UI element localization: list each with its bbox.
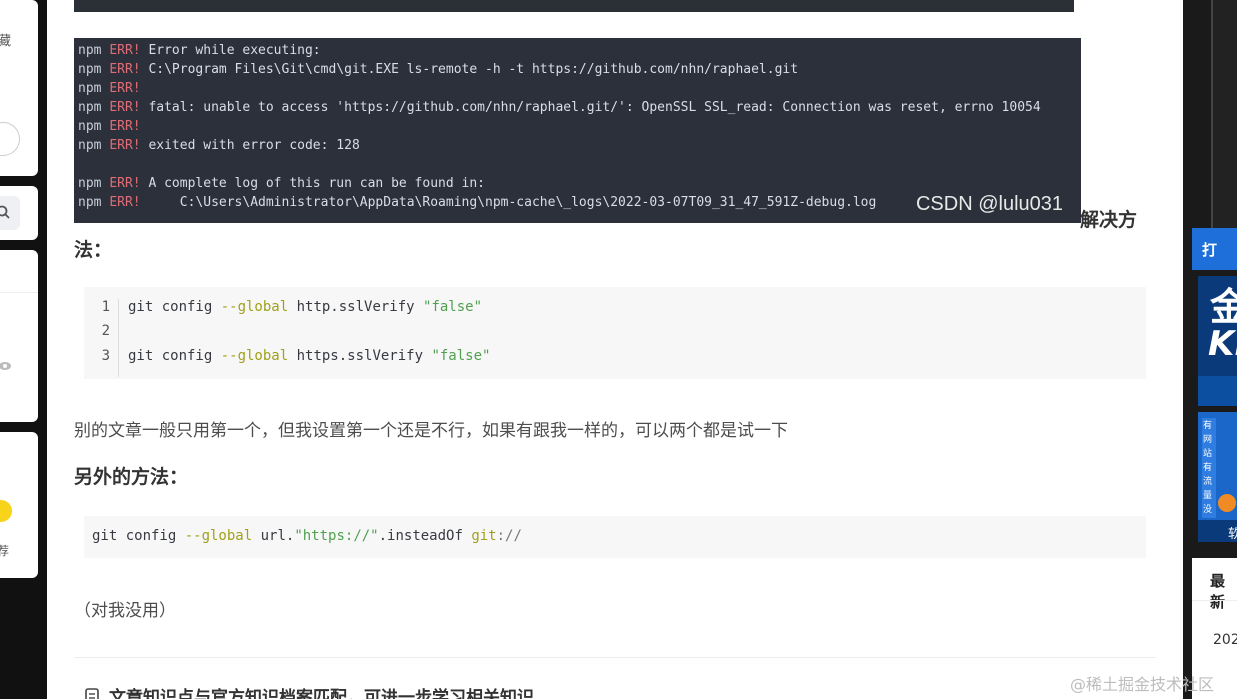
terminal-line: npm ERR! Error while executing: [78, 41, 1077, 60]
code-text: git config [128, 348, 221, 364]
code-block-insteadof[interactable]: git config --global url."https://".inste… [84, 516, 1146, 558]
ad2-vertical-text: 有网站有流量没 [1202, 418, 1216, 518]
terminal-line: npm ERR! A complete log of this run can … [78, 174, 1077, 193]
err-tag: ERR! [109, 100, 141, 115]
code-text: url. [252, 528, 295, 544]
ad-banner-1[interactable]: 金 Ki [1198, 276, 1237, 406]
npm-prefix: npm [78, 100, 102, 115]
npm-prefix: npm [78, 43, 102, 58]
err-tag: ERR! [109, 62, 141, 77]
code-text: :// [496, 528, 522, 544]
terminal-text: C:\Users\Administrator\AppData\Roaming\n… [140, 195, 877, 210]
yellow-badge-icon [0, 500, 12, 522]
code-text: https.sslVerify [288, 348, 432, 364]
ad1-subtitle: Ki [1208, 324, 1237, 364]
terminal-screenshot: npm ERR! Error while executing: npm ERR! … [74, 38, 1081, 223]
latest-item[interactable]: 202 [1213, 632, 1237, 648]
csdn-watermark: CSDN @lulu031 [915, 193, 1063, 215]
code-keyword: --global [220, 348, 289, 364]
knowledge-text: 文章知识点与官方知识档案匹配，可进一步学习相关知识 [109, 688, 534, 699]
recommend-label: 荐 [0, 544, 10, 558]
err-tag: ERR! [109, 119, 141, 134]
side-card-recommend[interactable]: 荐 [0, 432, 38, 578]
search-button[interactable] [0, 196, 20, 230]
npm-prefix: npm [78, 176, 102, 191]
terminal-lines: npm ERR! Error while executing: npm ERR! … [78, 41, 1077, 212]
code-string: "false" [423, 299, 483, 315]
terminal-line: npm ERR! [78, 79, 1077, 98]
code-text: git config [128, 299, 221, 315]
knowledge-match-row[interactable]: 文章知识点与官方知识档案匹配，可进一步学习相关知识 [83, 683, 534, 699]
blue-button-label: 打 [1202, 241, 1218, 259]
blue-action-button[interactable]: 打 [1192, 228, 1237, 270]
solution-heading-start: 法： [74, 239, 113, 261]
circle-button[interactable] [0, 122, 20, 156]
terminal-text: C:\Program Files\Git\cmd\git.EXE ls-remo… [140, 62, 799, 77]
code-line-3: git config --global https.sslVerify "fal… [128, 348, 490, 364]
article-paragraph: 别的文章一般只用第一个，但我设置第一个还是不行，如果有跟我一样的，可以两个都是试… [74, 421, 788, 441]
terminal-line: npm ERR! C:\Program Files\Git\cmd\git.EX… [78, 60, 1077, 79]
left-sidebar: 藏 荐 [0, 0, 47, 699]
code-block-end [74, 0, 1074, 12]
collect-label: 藏 [0, 34, 12, 49]
npm-prefix: npm [78, 119, 102, 134]
code-text: http.sslVerify [288, 299, 424, 315]
side-card-menu[interactable] [0, 250, 38, 422]
code-keyword: git [471, 528, 497, 544]
ad2-strip-label: 软 [1228, 527, 1237, 542]
latest-heading: 最新 [1210, 572, 1226, 611]
code-text: .insteadOf [378, 528, 472, 544]
npm-prefix: npm [78, 62, 102, 77]
latest-divider [1192, 600, 1237, 601]
eye-icon [0, 362, 11, 370]
article-main: npm ERR! Error while executing: npm ERR! … [47, 0, 1183, 699]
knowledge-icon [85, 688, 99, 699]
solution-heading-tail: 解决方 [1080, 209, 1138, 231]
err-tag: ERR! [109, 43, 141, 58]
npm-prefix: npm [78, 195, 102, 210]
code-keyword: --global [184, 528, 253, 544]
npm-prefix: npm [78, 81, 102, 96]
code-string: "https://" [294, 528, 379, 544]
ad-banner-2[interactable]: 有网站有流量没 软 [1198, 412, 1237, 542]
line-number: 2 [101, 323, 110, 339]
err-tag: ERR! [109, 176, 141, 191]
terminal-text: exited with error code: 128 [140, 138, 360, 153]
code-line-1: git config --global http.sslVerify "fals… [128, 299, 482, 315]
code-text: git config [92, 528, 185, 544]
err-tag: ERR! [109, 138, 141, 153]
ad2-orange-icon [1218, 494, 1236, 512]
ad1-band [1198, 376, 1237, 406]
line-number: 1 [101, 299, 110, 315]
code-keyword: --global [220, 299, 289, 315]
terminal-text: A complete log of this run can be found … [140, 176, 485, 191]
site-watermark: @稀土掘金技术社区 [1070, 675, 1215, 694]
divider [0, 292, 38, 293]
code-block-ssl[interactable]: 1 2 3 git config --global http.sslVerify… [84, 287, 1146, 379]
terminal-line: npm ERR! fatal: unable to access 'https:… [78, 98, 1077, 117]
line-number: 3 [101, 348, 110, 364]
ad2-strip: 软 [1198, 520, 1237, 542]
alternative-heading: 另外的方法： [74, 466, 189, 488]
npm-prefix: npm [78, 138, 102, 153]
terminal-text: fatal: unable to access 'https://github.… [140, 100, 1041, 115]
note-text: （对我没用） [74, 601, 176, 621]
err-tag: ERR! [109, 81, 141, 96]
search-icon [0, 205, 10, 219]
code-line: git config --global url."https://".inste… [92, 528, 522, 544]
err-tag: ERR! [109, 195, 141, 210]
code-string: "false" [431, 348, 491, 364]
section-divider [74, 657, 1156, 658]
terminal-text: Error while executing: [140, 43, 321, 58]
side-card-search[interactable] [0, 186, 38, 240]
ad1-title: 金 [1210, 285, 1237, 329]
terminal-line: npm ERR! exited with error code: 128 [78, 136, 1077, 155]
terminal-line: npm ERR! [78, 117, 1077, 136]
side-card-collect[interactable]: 藏 [0, 0, 38, 176]
